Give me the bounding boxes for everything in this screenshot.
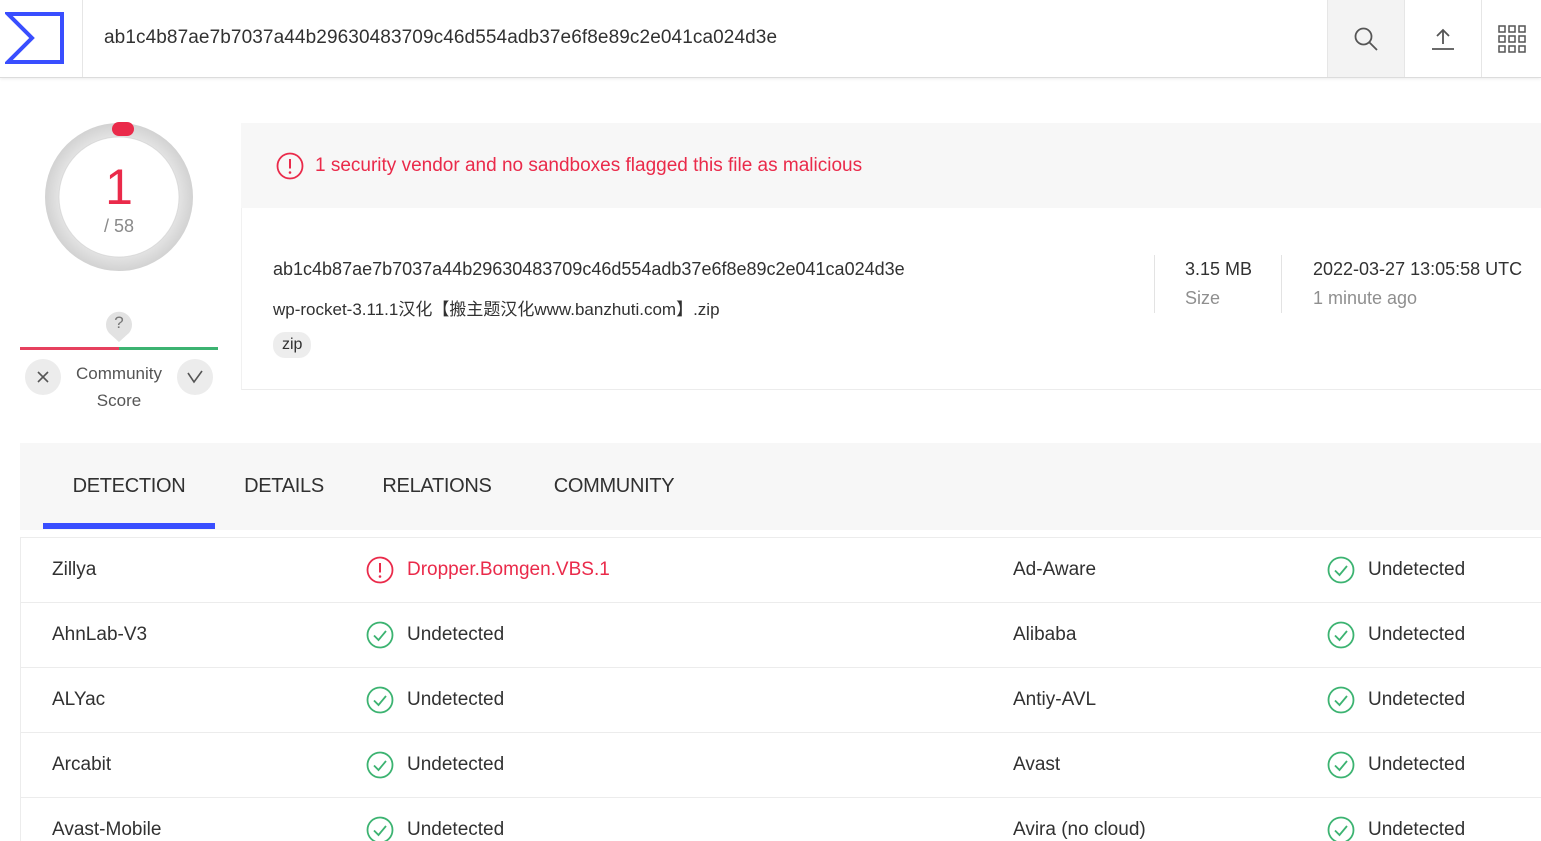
detection-result: Undetected	[366, 798, 504, 841]
malicious-alert-banner: 1 security vendor and no sandboxes flagg…	[241, 123, 1541, 208]
table-row: Arcabit Undetected Avast Undetected	[21, 733, 1541, 798]
vendor-name: Ad-Aware	[1013, 538, 1096, 602]
vendor-name: Avast-Mobile	[52, 798, 161, 841]
alert-text: 1 security vendor and no sandboxes flagg…	[315, 155, 863, 176]
check-circle-icon	[366, 751, 394, 779]
vendor-name: ALYac	[52, 668, 105, 732]
upload-icon	[1432, 28, 1454, 50]
vote-harmless-button[interactable]	[177, 359, 213, 395]
tab-bar: DETECTION DETAILS RELATIONS COMMUNITY	[20, 443, 1541, 530]
detection-result: Undetected	[1327, 798, 1465, 841]
community-label-line2: Score	[96, 391, 142, 410]
tab-relations[interactable]: RELATIONS	[360, 443, 514, 530]
detection-total: / 58	[103, 216, 135, 236]
file-size-label: Size	[1185, 288, 1221, 308]
file-type-tag[interactable]: zip	[273, 332, 312, 358]
check-circle-icon	[1327, 621, 1355, 649]
check-circle-icon	[366, 686, 394, 714]
detection-result-text: Undetected	[1368, 689, 1466, 710]
check-circle-icon	[1327, 556, 1355, 584]
file-hash: ab1c4b87ae7b7037a44b29630483709c46d554ad…	[273, 259, 905, 279]
detection-result-text: Undetected	[1368, 624, 1466, 645]
detection-result: Undetected	[366, 733, 504, 797]
vendor-name: Zillya	[52, 538, 96, 602]
virustotal-logo-icon[interactable]	[5, 12, 65, 64]
table-row: AhnLab-V3 Undetected Alibaba Undetected	[21, 603, 1541, 668]
check-circle-icon	[366, 621, 394, 649]
table-row: Zillya Dropper.Bomgen.VBS.1 Ad-Aware Und…	[21, 538, 1541, 603]
vendor-name-text: ALYac	[52, 689, 106, 710]
detection-count: 1	[105, 159, 133, 215]
active-tab-indicator	[43, 523, 215, 529]
tab-details[interactable]: DETAILS	[225, 443, 343, 530]
analysis-relative-time: 1 minute ago	[1313, 288, 1418, 308]
vendor-name-text: Avast-Mobile	[52, 819, 162, 840]
check-circle-icon	[1327, 751, 1355, 779]
close-icon	[37, 371, 49, 383]
detection-result-text: Undetected	[407, 689, 505, 710]
summary-divider	[1154, 255, 1155, 313]
detection-result: Undetected	[366, 603, 504, 667]
detection-result-text: Undetected	[1368, 559, 1466, 580]
detection-result-text: Undetected	[407, 819, 505, 840]
file-size: 3.15 MB	[1185, 259, 1253, 279]
detection-result-text: Dropper.Bomgen.VBS.1	[407, 559, 610, 580]
detection-result-text: Undetected	[407, 754, 505, 775]
vendor-name-text: Avast	[1013, 754, 1061, 775]
tab-community[interactable]: COMMUNITY	[530, 443, 698, 530]
vendor-name: Avira (no cloud)	[1013, 798, 1146, 841]
detection-result: Undetected	[1327, 603, 1465, 667]
check-circle-icon	[1327, 816, 1355, 841]
community-label-line1: Community	[76, 364, 162, 383]
community-score-label: Community Score	[64, 360, 174, 414]
detection-table: Zillya Dropper.Bomgen.VBS.1 Ad-Aware Und…	[20, 537, 1541, 841]
upload-button[interactable]	[1404, 0, 1481, 77]
file-name: wp-rocket-3.11.1汉化【搬主题汉化www.banzhuti.com…	[273, 300, 720, 319]
search-icon	[1354, 27, 1378, 51]
grid-icon	[1497, 24, 1526, 53]
vendor-name: Arcabit	[52, 733, 111, 797]
table-row: Avast-Mobile Undetected Avira (no cloud)…	[21, 798, 1541, 841]
tab-detection[interactable]: DETECTION	[43, 443, 215, 530]
vendor-name-text: AhnLab-V3	[52, 624, 148, 645]
file-summary: ab1c4b87ae7b7037a44b29630483709c46d554ad…	[241, 208, 1541, 390]
summary-divider	[1281, 255, 1282, 313]
alert-circle-icon	[276, 152, 304, 180]
checkmark-icon	[187, 370, 203, 384]
logo-divider	[82, 0, 83, 77]
alert-circle-icon	[366, 556, 394, 584]
vendor-name: Antiy-AVL	[1013, 668, 1096, 732]
detection-result-text: Undetected	[1368, 819, 1466, 840]
check-circle-icon	[1327, 686, 1355, 714]
detection-result-text: Undetected	[407, 624, 505, 645]
vendor-name: Alibaba	[1013, 603, 1076, 667]
apps-menu-button[interactable]	[1481, 0, 1541, 77]
vendor-name: Avast	[1013, 733, 1060, 797]
vendor-name-text: Ad-Aware	[1013, 559, 1097, 580]
detection-result-text: Undetected	[1368, 754, 1466, 775]
search-button[interactable]	[1327, 0, 1404, 77]
community-positive-bar	[119, 347, 218, 350]
vendor-name-text: Antiy-AVL	[1013, 689, 1097, 710]
vendor-name-text: Alibaba	[1013, 624, 1077, 645]
vendor-name-text: Arcabit	[52, 754, 112, 775]
detection-result: Dropper.Bomgen.VBS.1	[366, 538, 610, 602]
detection-result: Undetected	[1327, 538, 1465, 602]
top-bar: ab1c4b87ae7b7037a44b29630483709c46d554ad…	[0, 0, 1541, 78]
vendor-name-text: Zillya	[52, 559, 97, 580]
detection-result: Undetected	[1327, 668, 1465, 732]
search-input[interactable]: ab1c4b87ae7b7037a44b29630483709c46d554ad…	[104, 27, 777, 49]
community-score-value: ?	[114, 313, 124, 332]
check-circle-icon	[366, 816, 394, 841]
detection-result: Undetected	[1327, 733, 1465, 797]
analysis-date: 2022-03-27 13:05:58 UTC	[1313, 259, 1523, 279]
vendor-name-text: Avira (no cloud)	[1013, 819, 1146, 840]
vendor-name: AhnLab-V3	[52, 603, 147, 667]
vote-malicious-button[interactable]	[25, 359, 61, 395]
detection-result: Undetected	[366, 668, 504, 732]
community-negative-bar	[20, 347, 119, 350]
table-row: ALYac Undetected Antiy-AVL Undetected	[21, 668, 1541, 733]
